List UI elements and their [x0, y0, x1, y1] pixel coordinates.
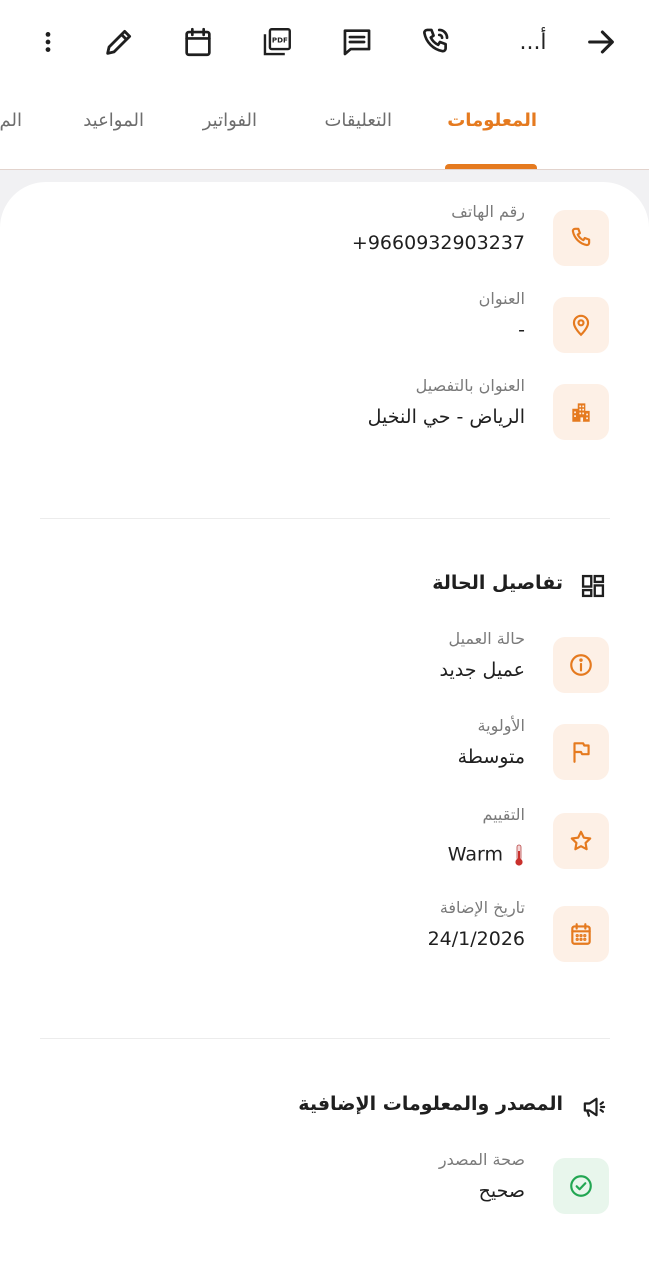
tab-more[interactable]: الم	[0, 110, 22, 150]
chat-button[interactable]	[335, 22, 379, 62]
megaphone-icon	[577, 1091, 609, 1123]
svg-text:PDF: PDF	[272, 36, 288, 45]
added-date-label: تاريخ الإضافة	[439, 898, 525, 917]
priority-label: الأولوية	[477, 716, 525, 735]
thermometer-icon	[515, 844, 523, 866]
date-calendar-icon	[571, 923, 591, 945]
phone-icon-box	[553, 210, 609, 266]
rating-row: التقييم Warm	[39, 805, 609, 875]
phone-value[interactable]: 9660932903237+	[352, 232, 525, 254]
page-title: أ...	[519, 29, 547, 55]
calendar-button[interactable]	[176, 22, 220, 62]
tab-bar: المعلومات التعليقات الفواتير المواعيد ال…	[0, 88, 649, 170]
address-detail-row: العنوان بالتفصيل الرياض - حي النخيل	[39, 376, 609, 446]
pdf-button[interactable]: PDF	[255, 22, 299, 62]
tab-comments[interactable]: التعليقات	[324, 110, 392, 150]
call-button[interactable]	[413, 22, 457, 62]
source-section-header: المصدر والمعلومات الإضافية	[39, 1087, 609, 1127]
rating-value-wrap: Warm	[448, 843, 525, 867]
back-button[interactable]	[579, 22, 623, 62]
dashboard-icon	[577, 570, 609, 602]
more-vertical-icon	[45, 32, 51, 52]
tab-invoices[interactable]: الفواتير	[203, 110, 257, 150]
customer-status-value: عميل جديد	[439, 659, 525, 681]
source-section-title: المصدر والمعلومات الإضافية	[298, 1093, 563, 1115]
priority-value: متوسطة	[457, 746, 525, 768]
tab-appointments[interactable]: المواعيد	[83, 110, 144, 150]
edit-button[interactable]	[97, 22, 141, 62]
rating-value: Warm	[447, 843, 503, 866]
active-tab-indicator	[445, 164, 537, 169]
arrow-forward-icon	[588, 30, 614, 54]
calendar-icon-box	[553, 906, 609, 962]
phone-icon	[571, 227, 591, 247]
priority-row: الأولوية متوسطة	[39, 716, 609, 786]
address-detail-value: الرياض - حي النخيل	[367, 406, 525, 428]
address-label: العنوان	[478, 289, 525, 308]
star-icon-box	[553, 813, 609, 869]
info-icon-box	[553, 637, 609, 693]
building-icon	[572, 403, 590, 422]
star-icon	[570, 830, 592, 851]
location-pin-icon	[572, 314, 590, 337]
section-divider	[40, 518, 610, 519]
phone-row[interactable]: رقم الهاتف 9660932903237+	[39, 202, 609, 272]
flag-icon-box	[553, 724, 609, 780]
phone-label: رقم الهاتف	[451, 202, 525, 221]
address-row: العنوان -	[39, 289, 609, 359]
added-date-row: تاريخ الإضافة 24/1/2026	[39, 898, 609, 968]
status-section-title: تفاصيل الحالة	[432, 572, 563, 594]
customer-status-label: حالة العميل	[448, 629, 525, 648]
added-date-value: 24/1/2026	[427, 928, 525, 950]
section-divider	[40, 1038, 610, 1039]
phone-call-icon	[423, 28, 449, 53]
edit-icon	[106, 29, 132, 55]
info-icon	[570, 654, 592, 676]
tab-info[interactable]: المعلومات	[447, 110, 537, 150]
location-icon-box	[553, 297, 609, 353]
check-circle-icon	[570, 1175, 592, 1197]
address-value: -	[518, 319, 525, 341]
flag-icon	[573, 742, 590, 763]
pdf-icon: PDF	[263, 28, 291, 56]
rating-label: التقييم	[482, 805, 525, 824]
status-section-header: تفاصيل الحالة	[39, 566, 609, 606]
top-toolbar: أ... PDF	[0, 0, 649, 88]
source-validity-row: صحة المصدر صحيح	[39, 1150, 609, 1220]
building-icon-box	[553, 384, 609, 440]
source-validity-value: صحيح	[478, 1180, 525, 1202]
customer-status-row: حالة العميل عميل جديد	[39, 629, 609, 699]
source-validity-label: صحة المصدر	[438, 1150, 525, 1169]
check-icon-box	[553, 1158, 609, 1214]
calendar-icon	[185, 27, 211, 57]
address-detail-label: العنوان بالتفصيل	[415, 376, 525, 395]
chat-icon	[343, 29, 371, 56]
more-button[interactable]	[35, 22, 61, 62]
